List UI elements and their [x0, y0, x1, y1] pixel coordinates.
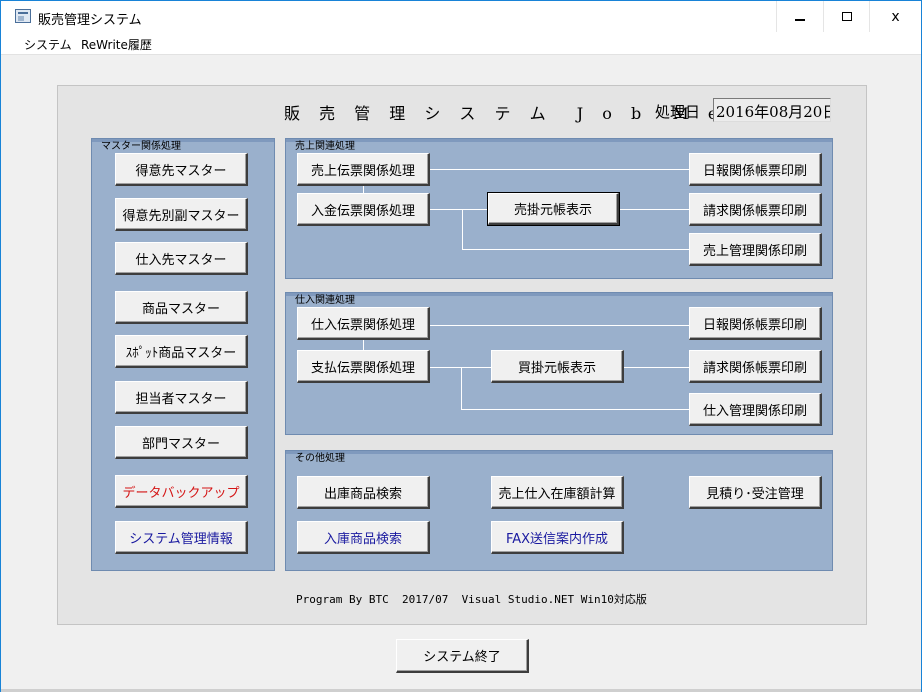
customer-sub-master-button[interactable]: 得意先別副マスター — [115, 198, 248, 231]
data-backup-button[interactable]: データバックアップ — [115, 475, 248, 508]
spot-product-master-button[interactable]: ｽﾎﾟｯﾄ商品マスター — [115, 335, 248, 368]
supplier-master-button[interactable]: 仕入先マスター — [115, 242, 248, 275]
system-exit-button[interactable]: システム終了 — [396, 639, 529, 673]
master-group-label: マスター関係処理 — [101, 141, 181, 152]
sales-management-print-button[interactable]: 売上管理関係印刷 — [689, 233, 822, 266]
processing-date-field[interactable]: 2016年08月20日 — [713, 98, 831, 122]
purchase-slip-button[interactable]: 仕入伝票関係処理 — [297, 307, 430, 340]
purchase-management-print-button[interactable]: 仕入管理関係印刷 — [689, 393, 822, 426]
connector-line — [462, 249, 689, 250]
department-master-button[interactable]: 部門マスター — [115, 426, 248, 459]
connector-line — [363, 185, 364, 193]
menu-rewrite-history[interactable]: ReWrite履歴 — [81, 36, 152, 53]
date-label: 処理日 — [655, 103, 701, 121]
app-window: 販売管理システム x システム ReWrite履歴 販 売 管 理 シ ス テ … — [0, 0, 922, 692]
payable-ledger-button[interactable]: 買掛元帳表示 — [491, 350, 624, 383]
connector-line — [429, 325, 689, 326]
connector-line — [429, 209, 489, 210]
deposit-slip-button[interactable]: 入金伝票関係処理 — [297, 193, 430, 226]
customer-master-button[interactable]: 得意先マスター — [115, 153, 248, 186]
sales-slip-button[interactable]: 売上伝票関係処理 — [297, 153, 430, 186]
shipment-search-button[interactable]: 出庫商品検索 — [297, 476, 430, 509]
system-management-button[interactable]: システム管理情報 — [115, 521, 248, 554]
title-bar[interactable]: 販売管理システム x — [1, 1, 921, 32]
purchase-group-label: 仕入関連処理 — [295, 295, 355, 306]
quote-order-button[interactable]: 見積り･受注管理 — [689, 476, 822, 509]
minimize-button[interactable] — [776, 1, 822, 32]
connector-line — [429, 367, 491, 368]
group-header-bar — [286, 451, 832, 454]
connector-line — [461, 367, 462, 409]
inventory-calc-button[interactable]: 売上仕入在庫額計算 — [491, 476, 624, 509]
connector-line — [363, 340, 364, 350]
other-group-label: その他処理 — [295, 453, 345, 464]
purchase-invoice-print-button[interactable]: 請求関係帳票印刷 — [689, 350, 822, 383]
fax-guide-button[interactable]: FAX送信案内作成 — [491, 521, 624, 554]
receivable-ledger-button[interactable]: 売掛元帳表示 — [487, 192, 620, 226]
connector-line — [429, 169, 689, 170]
receipt-search-button[interactable]: 入庫商品検索 — [297, 521, 430, 554]
sales-daily-report-print-button[interactable]: 日報関係帳票印刷 — [689, 153, 822, 186]
minimize-icon — [794, 18, 805, 21]
product-master-button[interactable]: 商品マスター — [115, 291, 248, 324]
menu-system[interactable]: システム — [24, 36, 72, 53]
group-header-bar — [286, 293, 832, 296]
payment-slip-button[interactable]: 支払伝票関係処理 — [297, 350, 430, 383]
sales-invoice-print-button[interactable]: 請求関係帳票印刷 — [689, 193, 822, 226]
connector-line — [462, 209, 463, 249]
maximize-button[interactable] — [823, 1, 869, 32]
staff-master-button[interactable]: 担当者マスター — [115, 381, 248, 414]
app-icon — [15, 9, 31, 23]
group-header-bar — [286, 139, 832, 142]
connector-line — [461, 409, 689, 410]
maximize-icon — [841, 12, 852, 21]
menu-bar: システム ReWrite履歴 — [1, 32, 921, 55]
connector-line — [619, 209, 689, 210]
sales-group-label: 売上関連処理 — [295, 141, 355, 152]
close-button[interactable]: x — [869, 1, 921, 32]
connector-line — [623, 367, 689, 368]
window-title: 販売管理システム — [38, 13, 142, 28]
purchase-daily-report-print-button[interactable]: 日報関係帳票印刷 — [689, 307, 822, 340]
page-title: 販 売 管 理 シ ス テ ム J o b M e n u — [284, 104, 784, 123]
close-icon: x — [891, 8, 900, 25]
footer-note: Program By BTC 2017/07 Visual Studio.NET… — [296, 593, 647, 606]
